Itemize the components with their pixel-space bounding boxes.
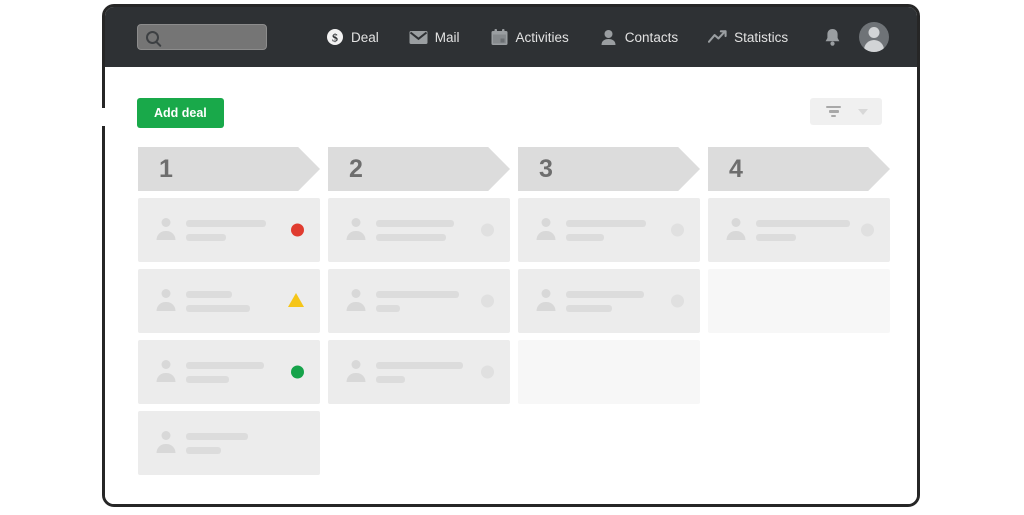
deal-card[interactable] [328, 198, 510, 262]
main-nav: $ Deal Mail Activities Contacts Statisti… [325, 28, 788, 47]
contact-avatar-icon [346, 360, 366, 384]
status-indicator-neutral [671, 223, 684, 237]
deal-card-placeholder-text [186, 432, 320, 454]
calendar-icon [490, 28, 509, 47]
search-input[interactable] [137, 24, 267, 50]
deal-card[interactable] [138, 269, 320, 333]
deal-title-placeholder [566, 219, 647, 227]
contact-avatar-icon [346, 289, 366, 313]
frame-notch [99, 108, 108, 126]
stage-number: 3 [539, 154, 553, 183]
nav-item-activities[interactable]: Activities [490, 28, 569, 47]
trend-line-icon [708, 28, 727, 47]
nav-item-contacts[interactable]: Contacts [599, 28, 678, 47]
status-indicator-neutral [481, 365, 494, 379]
deal-title-placeholder [376, 219, 454, 227]
envelope-icon [409, 28, 428, 47]
contact-avatar-icon [536, 289, 556, 313]
deal-subtitle-placeholder [376, 375, 406, 383]
deal-subtitle-placeholder [566, 304, 612, 312]
nav-item-label: Deal [351, 29, 379, 45]
add-deal-button[interactable]: Add deal [137, 98, 224, 128]
dollar-coin-icon: $ [325, 28, 344, 47]
status-indicator-red [291, 223, 304, 237]
deal-title-placeholder [186, 361, 264, 369]
deal-subtitle-placeholder [186, 304, 251, 312]
main-content: Add deal 1 2 3 4 [105, 67, 917, 504]
deal-subtitle-placeholder [376, 233, 446, 241]
deal-subtitle-placeholder [186, 233, 227, 241]
stage-header[interactable]: 1 [138, 147, 320, 191]
status-indicator-neutral [861, 223, 874, 237]
status-indicator-neutral [481, 294, 494, 308]
contact-avatar-icon [156, 289, 176, 313]
pipeline-column: 1 [138, 147, 320, 482]
search-icon [146, 30, 159, 44]
deal-title-placeholder [376, 361, 464, 369]
deal-subtitle-placeholder [186, 446, 221, 454]
nav-item-mail[interactable]: Mail [409, 28, 460, 47]
deal-card[interactable] [518, 269, 700, 333]
deal-card[interactable] [328, 269, 510, 333]
deal-subtitle-placeholder [186, 375, 229, 383]
chevron-down-icon [858, 108, 868, 115]
stage-header[interactable]: 4 [708, 147, 890, 191]
deal-card[interactable] [138, 411, 320, 475]
nav-item-deal[interactable]: $ Deal [325, 28, 379, 47]
deal-card[interactable] [138, 198, 320, 262]
nav-right-actions [823, 22, 889, 52]
deal-title-placeholder [376, 290, 460, 298]
deal-title-placeholder [186, 432, 248, 440]
stage-number: 2 [349, 154, 363, 183]
contact-avatar-icon [156, 431, 176, 455]
deal-card[interactable] [518, 198, 700, 262]
nav-item-statistics[interactable]: Statistics [708, 28, 788, 47]
deal-subtitle-placeholder [566, 233, 604, 241]
pipeline-column: 4 [708, 147, 890, 482]
top-navigation-bar: $ Deal Mail Activities Contacts Statisti… [105, 7, 917, 67]
contact-avatar-icon [156, 360, 176, 384]
stage-header[interactable]: 3 [518, 147, 700, 191]
deal-card[interactable] [328, 340, 510, 404]
status-indicator-yellow [288, 293, 304, 307]
deal-title-placeholder [756, 219, 850, 227]
contact-avatar-icon [346, 218, 366, 242]
empty-card-slot [518, 340, 700, 404]
svg-text:$: $ [332, 31, 338, 45]
stage-header[interactable]: 2 [328, 147, 510, 191]
status-indicator-neutral [671, 294, 684, 308]
deal-title-placeholder [566, 290, 644, 298]
status-indicator-green [291, 365, 304, 379]
deal-subtitle-placeholder [376, 304, 401, 312]
nav-item-label: Activities [515, 29, 569, 45]
status-indicator-neutral [481, 223, 494, 237]
app-window-frame: $ Deal Mail Activities Contacts Statisti… [102, 4, 920, 507]
empty-card-slot [708, 269, 890, 333]
avatar-head [868, 27, 880, 38]
user-avatar-icon[interactable] [859, 22, 889, 52]
nav-item-label: Contacts [624, 29, 679, 45]
stage-number: 4 [729, 154, 743, 183]
contact-avatar-icon [536, 218, 556, 242]
deal-title-placeholder [186, 290, 232, 298]
deal-card[interactable] [708, 198, 890, 262]
contact-avatar-icon [726, 218, 746, 242]
deal-title-placeholder [186, 219, 267, 227]
avatar-body [864, 40, 884, 52]
bell-icon[interactable] [823, 28, 842, 47]
contact-avatar-icon [156, 218, 176, 242]
pipeline-column: 2 [328, 147, 510, 482]
deal-subtitle-placeholder [756, 233, 797, 241]
board-toolbar: Add deal [105, 67, 917, 137]
nav-item-label: Statistics [734, 29, 789, 45]
deal-card[interactable] [138, 340, 320, 404]
person-icon [599, 28, 618, 47]
stage-number: 1 [159, 154, 173, 183]
filter-icon [826, 105, 841, 118]
pipeline-board: 1 2 3 4 [138, 147, 890, 482]
nav-item-label: Mail [434, 29, 460, 45]
pipeline-column: 3 [518, 147, 700, 482]
filter-dropdown[interactable] [810, 98, 882, 125]
